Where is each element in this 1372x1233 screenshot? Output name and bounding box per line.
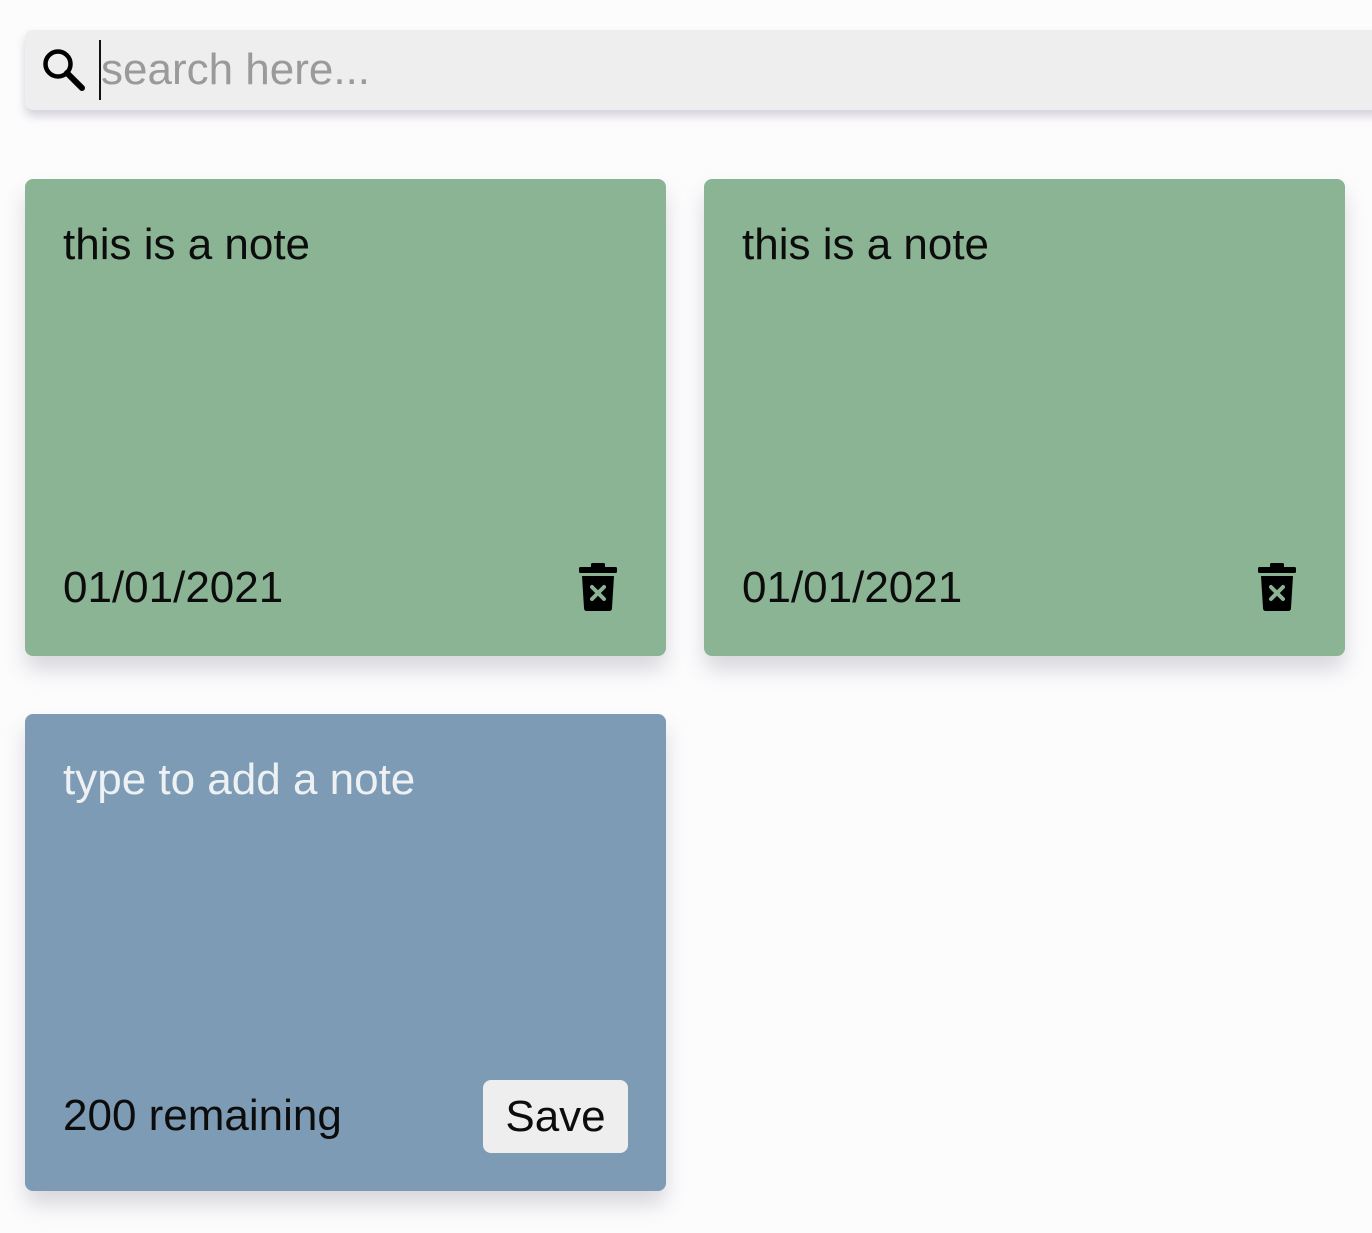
- new-note-card: 200 remaining Save: [25, 714, 666, 1191]
- note-text: this is a note: [742, 220, 990, 269]
- note-text: this is a note: [63, 220, 311, 269]
- note-date: 01/01/2021: [63, 563, 284, 612]
- note-card: this is a note 01/01/2021: [25, 179, 666, 656]
- save-button[interactable]: Save: [483, 1080, 628, 1153]
- note-date: 01/01/2021: [742, 563, 963, 612]
- search-icon: [41, 47, 87, 93]
- new-note-textarea[interactable]: [63, 754, 623, 1054]
- search-input[interactable]: [99, 40, 1301, 100]
- trash-icon[interactable]: [579, 563, 617, 611]
- search-bar: [25, 30, 1372, 110]
- note-card: this is a note 01/01/2021: [704, 179, 1345, 656]
- remaining-count: 200 remaining: [63, 1091, 342, 1140]
- trash-icon[interactable]: [1258, 563, 1296, 611]
